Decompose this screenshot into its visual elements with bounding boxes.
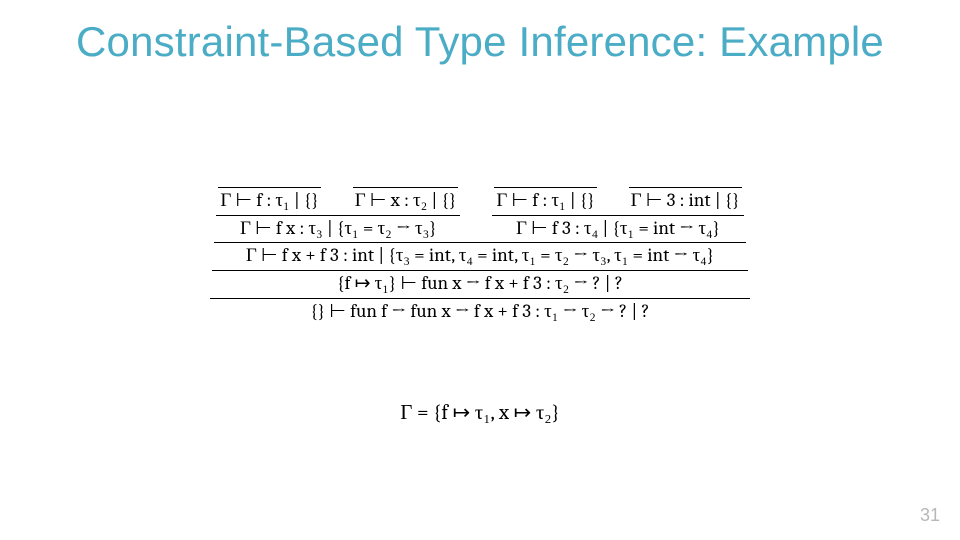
deriv-f3: Γ ⊢ f : τ₁ | {} Γ ⊢ 3 : int | {} bbox=[492, 170, 743, 241]
axiom-x-tau2: Γ ⊢ x : τ₂ | {} bbox=[353, 187, 459, 214]
slide: Constraint-Based Type Inference: Example bbox=[0, 0, 960, 540]
deriv-sum: Γ ⊢ f : τ₁ | {} Γ ⊢ x : τ₂ | {} bbox=[214, 170, 745, 269]
page-number: 31 bbox=[920, 505, 940, 526]
axiom-f-tau1-b: Γ ⊢ f : τ₁ | {} bbox=[494, 187, 596, 214]
deriv-funf: Γ ⊢ f : τ₁ | {} Γ ⊢ x : τ₂ | {} bbox=[210, 170, 749, 324]
proof-tree: Γ ⊢ f : τ₁ | {} Γ ⊢ x : τ₂ | {} bbox=[0, 170, 960, 324]
slide-title: Constraint-Based Type Inference: Example bbox=[0, 18, 960, 66]
axiom-3-int: Γ ⊢ 3 : int | {} bbox=[629, 187, 742, 214]
context-gamma: Γ = {f ↦ τ₁, x ↦ τ₂} bbox=[0, 400, 960, 425]
axiom-f-tau1: Γ ⊢ f : τ₁ | {} bbox=[218, 187, 320, 214]
deriv-fx: Γ ⊢ f : τ₁ | {} Γ ⊢ x : τ₂ | {} bbox=[216, 170, 460, 241]
deriv-funx: Γ ⊢ f : τ₁ | {} Γ ⊢ x : τ₂ | {} bbox=[212, 170, 747, 297]
